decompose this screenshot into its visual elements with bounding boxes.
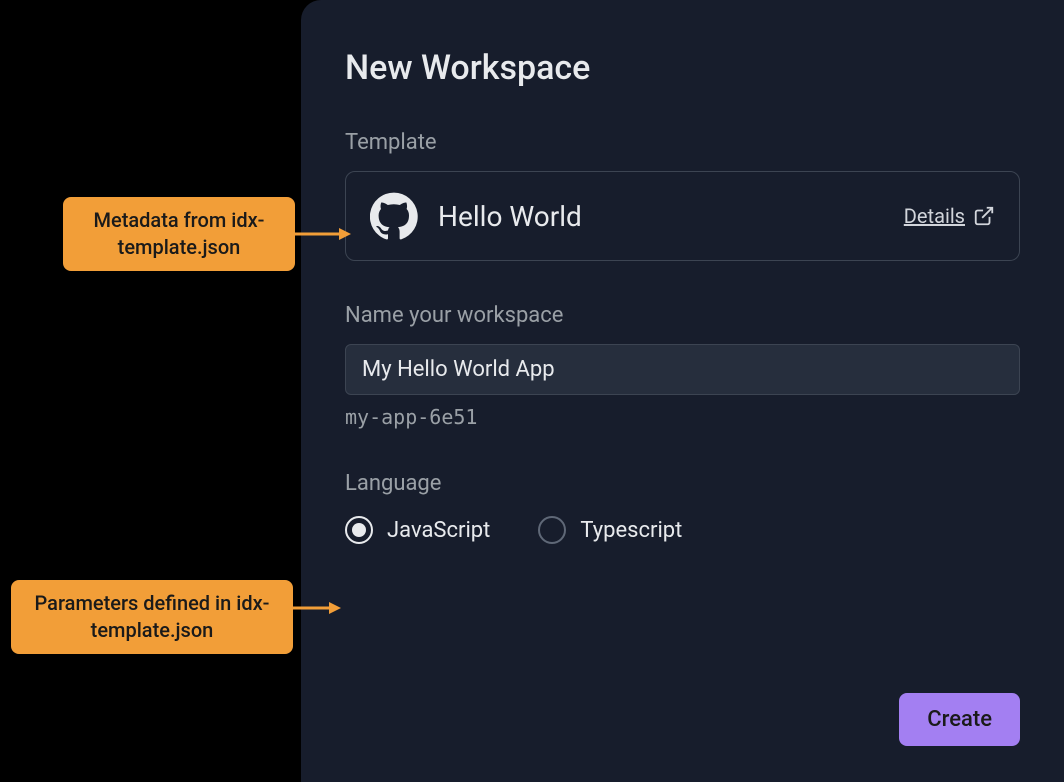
dialog-title: New Workspace [345, 48, 1020, 88]
template-section-label: Template [345, 130, 1020, 155]
radio-label: Typescript [580, 518, 682, 543]
name-workspace-label: Name your workspace [345, 303, 1020, 328]
callout-parameters: Parameters defined in idx-template.json [11, 580, 293, 654]
details-label: Details [904, 204, 965, 228]
radio-icon [538, 516, 566, 544]
radio-option-javascript[interactable]: JavaScript [345, 516, 490, 544]
template-card[interactable]: Hello World Details [345, 171, 1020, 261]
create-button[interactable]: Create [899, 693, 1020, 746]
language-section-label: Language [345, 471, 1020, 496]
workspace-name-input[interactable] [345, 344, 1020, 395]
language-radio-group: JavaScript Typescript [345, 516, 1020, 544]
radio-label: JavaScript [387, 518, 490, 543]
external-link-icon [973, 205, 995, 227]
template-name: Hello World [438, 200, 884, 233]
radio-icon [345, 516, 373, 544]
github-icon [370, 192, 418, 240]
workspace-slug: my-app-6e51 [345, 405, 1020, 429]
radio-option-typescript[interactable]: Typescript [538, 516, 682, 544]
callout-metadata: Metadata from idx-template.json [63, 197, 295, 271]
details-link[interactable]: Details [904, 204, 995, 228]
new-workspace-dialog: New Workspace Template Hello World Detai… [301, 0, 1064, 782]
